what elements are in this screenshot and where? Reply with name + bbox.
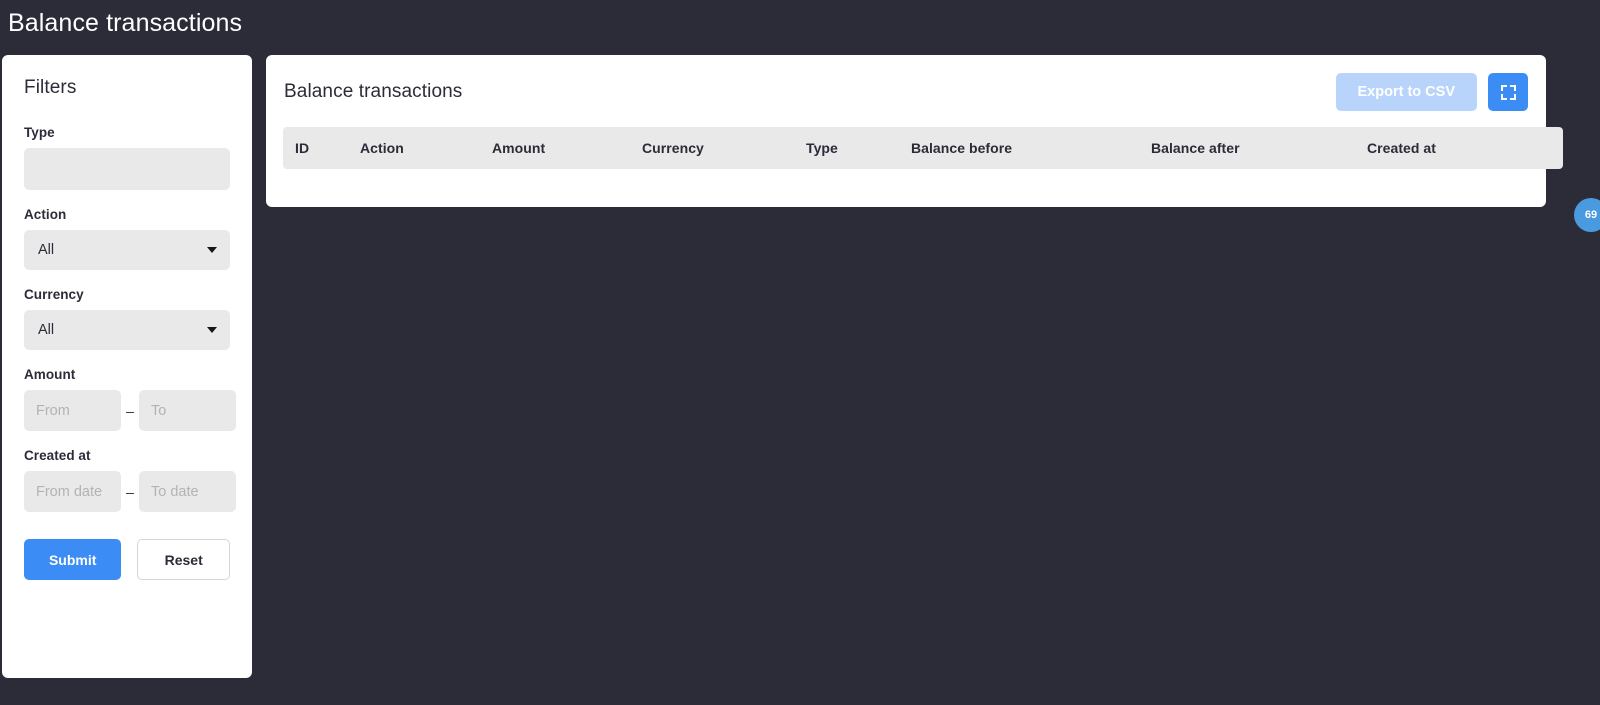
currency-select-value: All: [38, 322, 55, 338]
panel-header-actions: Export to CSV: [1335, 73, 1528, 111]
column-header-id[interactable]: ID: [283, 127, 360, 169]
table-header: ID Action Amount Currency Type Balance b…: [283, 127, 1563, 169]
filter-field-amount: Amount –: [24, 367, 236, 431]
created-at-label: Created at: [24, 448, 91, 463]
column-header-balance-before[interactable]: Balance before: [911, 127, 1151, 169]
table-empty-state: [283, 169, 1563, 200]
action-label: Action: [24, 207, 67, 222]
panel-header: Balance transactions Export to CSV: [266, 55, 1546, 127]
filters-heading: Filters: [24, 77, 77, 98]
created-at-range-separator: –: [126, 483, 134, 500]
column-header-action[interactable]: Action: [360, 127, 492, 169]
amount-range-separator: –: [126, 402, 134, 419]
filter-field-type: Type: [24, 125, 230, 190]
column-header-amount[interactable]: Amount: [492, 127, 642, 169]
balance-transactions-table: ID Action Amount Currency Type Balance b…: [283, 127, 1563, 200]
export-to-csv-button[interactable]: Export to CSV: [1335, 73, 1477, 111]
currency-select[interactable]: All: [24, 310, 230, 350]
type-label: Type: [24, 125, 55, 140]
filter-field-currency: Currency All: [24, 287, 230, 350]
table-body: [283, 169, 1563, 200]
main-layout: Filters Type Action All Currency All Amo…: [0, 40, 1600, 678]
column-header-created-at[interactable]: Created at: [1367, 127, 1563, 169]
status-badge[interactable]: 69: [1574, 198, 1600, 232]
page-title: Balance transactions: [8, 9, 243, 37]
amount-from-input[interactable]: [24, 390, 121, 431]
type-input[interactable]: [24, 148, 230, 190]
created-at-from-input[interactable]: [24, 471, 121, 512]
amount-to-input[interactable]: [139, 390, 236, 431]
amount-range-row: –: [24, 390, 236, 431]
action-select-value: All: [38, 242, 55, 258]
panel-title: Balance transactions: [284, 81, 463, 102]
fullscreen-expand-icon: [1500, 84, 1517, 101]
filter-field-created-at: Created at –: [24, 448, 236, 512]
filter-actions: Submit Reset: [24, 539, 230, 580]
currency-select-wrap: All: [24, 310, 230, 350]
created-at-to-input[interactable]: [139, 471, 236, 512]
column-header-currency[interactable]: Currency: [642, 127, 806, 169]
fullscreen-button[interactable]: [1488, 73, 1528, 111]
submit-button[interactable]: Submit: [24, 539, 122, 580]
reset-button[interactable]: Reset: [137, 539, 230, 580]
action-select[interactable]: All: [24, 230, 230, 270]
column-header-type[interactable]: Type: [806, 127, 911, 169]
balance-transactions-panel: Balance transactions Export to CSV ID Ac…: [266, 55, 1563, 207]
filter-field-action: Action All: [24, 207, 230, 270]
table-header-row: ID Action Amount Currency Type Balance b…: [283, 127, 1563, 169]
action-select-wrap: All: [24, 230, 230, 270]
amount-label: Amount: [24, 367, 76, 382]
filters-panel: Filters Type Action All Currency All Amo…: [2, 55, 252, 678]
currency-label: Currency: [24, 287, 84, 302]
column-header-balance-after[interactable]: Balance after: [1151, 127, 1367, 169]
created-at-range-row: –: [24, 471, 236, 512]
